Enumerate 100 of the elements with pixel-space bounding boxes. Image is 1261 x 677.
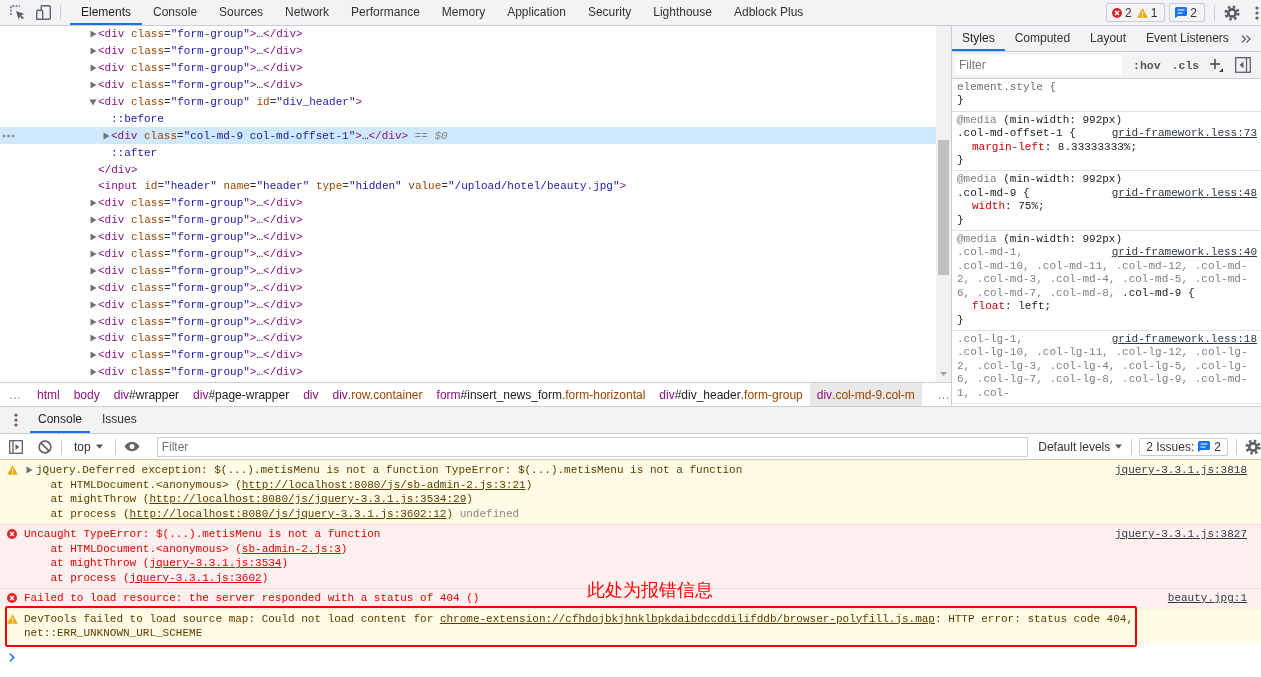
- double-chevron-icon[interactable]: [1241, 33, 1251, 44]
- dom-tree-row[interactable]: <input id="header" name="header" type="hidden" value="/upload/hotel/beauty.jpg">: [0, 178, 936, 195]
- breadcrumb[interactable]: div#page-wrapper: [186, 383, 297, 406]
- caret-right-icon[interactable]: [89, 300, 97, 309]
- filter-field[interactable]: Filter: [156, 436, 1029, 457]
- settings-icon[interactable]: [1224, 4, 1240, 21]
- dom-tree-row[interactable]: <div class="form-group">…</div>: [0, 313, 936, 331]
- breadcrumb[interactable]: div.row.container: [325, 383, 430, 406]
- sidebar-toggle-icon[interactable]: [9, 439, 23, 454]
- scroll-right-button[interactable]: …: [936, 383, 951, 406]
- kebab-menu-icon[interactable]: [1255, 5, 1259, 20]
- dom-tree-row[interactable]: <div class="form-group">…</div>: [0, 296, 936, 314]
- dom-tree-row[interactable]: ::before: [0, 110, 936, 128]
- caret-right-icon[interactable]: [89, 233, 97, 242]
- dom-tree-row[interactable]: <div class="form-group">…</div>: [0, 330, 936, 347]
- panel-tab[interactable]: Console: [142, 0, 209, 25]
- stack-link[interactable]: http://localhost:8080/js/jquery-3.3.1.js:3602:12: [129, 507, 447, 520]
- more-icon[interactable]: [2, 133, 15, 138]
- toggle-button[interactable]: :hov: [1133, 58, 1161, 72]
- url-link[interactable]: chrome-extension://cfhdojbkjhnklbpkdaibdccddilifddb/browser-polyfill.js.map: [439, 612, 935, 625]
- filter-field[interactable]: Filter: [955, 55, 1122, 75]
- breadcrumb[interactable]: div#wrapper: [106, 383, 187, 406]
- sidebar-toggle-icon[interactable]: [1235, 57, 1251, 73]
- source-link[interactable]: grid-framework.less:40: [1111, 246, 1257, 260]
- dom-tree-row[interactable]: <div class="form-group">…</div>: [0, 76, 936, 94]
- levels-dropdown[interactable]: Default levels: [1034, 439, 1127, 454]
- source-link[interactable]: jquery-3.3.1.js:3827: [1114, 527, 1247, 542]
- panel-tab[interactable]: Performance: [340, 0, 431, 25]
- stack-link[interactable]: jquery-3.3.1.js:3602: [129, 571, 262, 584]
- source-link[interactable]: beauty.jpg:1: [1167, 591, 1247, 606]
- eye-icon[interactable]: [123, 441, 140, 452]
- source-link[interactable]: grid-framework.less:48: [1111, 186, 1257, 201]
- scroll-left-button[interactable]: …: [0, 383, 30, 406]
- kebab-menu-icon[interactable]: [14, 413, 18, 427]
- caret-right-icon[interactable]: [89, 334, 97, 343]
- stack-link[interactable]: http://localhost:8080/js/sb-admin-2.js:3:21: [241, 478, 526, 491]
- dom-tree-row[interactable]: <div class="form-group">…</div>: [0, 194, 936, 212]
- issue-counter-button[interactable]: 2 1: [1105, 3, 1166, 22]
- dom-tree-row[interactable]: ::after: [0, 144, 936, 162]
- issues-button[interactable]: 2 Issues: 2: [1139, 437, 1228, 456]
- breadcrumb[interactable]: div#div_header.form-group: [652, 383, 810, 406]
- stack-link[interactable]: http://localhost:8080/js/jquery-3.3.1.js:3534:29: [149, 493, 467, 505]
- plus-icon[interactable]: [1209, 58, 1223, 72]
- caret-right-icon[interactable]: [89, 81, 97, 90]
- dom-tree-row[interactable]: <div class="col-md-9 col-md-offset-1">…</div> == $0: [0, 127, 936, 145]
- panel-tab[interactable]: Adblock Plus: [722, 0, 815, 25]
- dom-tree-row[interactable]: <div class="form-group">…</div>: [0, 346, 936, 364]
- dom-tree-row[interactable]: <div class="form-group">…</div>: [0, 262, 936, 280]
- scrollbar-thumb[interactable]: [938, 140, 949, 275]
- drawer-tab[interactable]: Console: [30, 407, 91, 433]
- caret-right-icon[interactable]: [89, 266, 97, 275]
- source-link[interactable]: grid-framework.less:73: [1111, 127, 1257, 141]
- source-link[interactable]: jquery-3.3.1.js:3818: [1114, 463, 1247, 478]
- stack-link[interactable]: sb-admin-2.js:3: [241, 542, 341, 555]
- dom-tree-row[interactable]: <div class="form-group">…</div>: [0, 245, 936, 263]
- circle-slash-icon[interactable]: [38, 439, 52, 454]
- caret-right-icon[interactable]: [89, 64, 97, 73]
- message-counter-button[interactable]: 2: [1169, 3, 1205, 22]
- dom-tree-row[interactable]: <div class="form-group">…</div>: [0, 228, 936, 246]
- breadcrumb[interactable]: form#insert_news_form.form-horizontal: [429, 383, 653, 406]
- dom-tree-row[interactable]: <div class="form-group">…</div>: [0, 279, 936, 297]
- device-icon[interactable]: [36, 5, 51, 20]
- breadcrumb[interactable]: div: [296, 383, 326, 406]
- drawer-tab[interactable]: Issues: [94, 407, 145, 433]
- panel-tab[interactable]: Security: [576, 0, 643, 25]
- dom-tree-row[interactable]: <div class="form-group">…</div>: [0, 26, 936, 43]
- caret-right-icon[interactable]: [89, 47, 97, 56]
- caret-right-icon[interactable]: [89, 283, 97, 292]
- caret-down-icon[interactable]: [89, 98, 97, 106]
- sidebar-tab[interactable]: Computed: [1004, 26, 1081, 51]
- context-selector[interactable]: top: [70, 439, 107, 454]
- caret-right-icon[interactable]: [89, 368, 97, 377]
- dom-tree-row[interactable]: <div class="form-group">…</div>: [0, 211, 936, 229]
- panel-tab[interactable]: Elements: [70, 0, 143, 25]
- toggle-button[interactable]: .cls: [1171, 58, 1200, 72]
- inspect-icon[interactable]: [10, 5, 25, 20]
- panel-tab[interactable]: Memory: [430, 0, 497, 25]
- caret-right-icon[interactable]: [89, 216, 97, 225]
- caret-right-icon[interactable]: [89, 199, 97, 208]
- breadcrumb[interactable]: html: [30, 383, 67, 406]
- panel-tab[interactable]: Application: [496, 0, 577, 25]
- caret-right-icon[interactable]: [89, 351, 97, 360]
- dom-tree-row[interactable]: <div class="form-group">…</div>: [0, 42, 936, 60]
- caret-right-icon[interactable]: [89, 317, 97, 326]
- stack-link[interactable]: jquery-3.3.1.js:3534: [149, 557, 282, 569]
- source-link[interactable]: grid-framework.less:18: [1111, 332, 1257, 347]
- panel-tab[interactable]: Sources: [208, 0, 275, 25]
- panel-tab[interactable]: Lighthouse: [642, 0, 723, 25]
- breadcrumb[interactable]: div.col-md-9.col-m: [809, 383, 922, 406]
- dom-tree-row[interactable]: </div>: [0, 161, 936, 178]
- caret-right-icon[interactable]: [89, 250, 97, 258]
- sidebar-tab[interactable]: Event Listeners: [1136, 26, 1239, 51]
- sidebar-tab[interactable]: Layout: [1080, 26, 1137, 51]
- caret-right-icon[interactable]: [26, 466, 33, 474]
- breadcrumb[interactable]: body: [66, 383, 107, 406]
- dom-tree-row[interactable]: <div class="form-group" id="div_header">: [0, 93, 936, 111]
- caret-right-icon[interactable]: [89, 30, 97, 39]
- settings-icon[interactable]: [1245, 438, 1261, 455]
- dom-tree-row[interactable]: <div class="form-group">…</div>: [0, 363, 936, 381]
- panel-tab[interactable]: Network: [274, 0, 341, 25]
